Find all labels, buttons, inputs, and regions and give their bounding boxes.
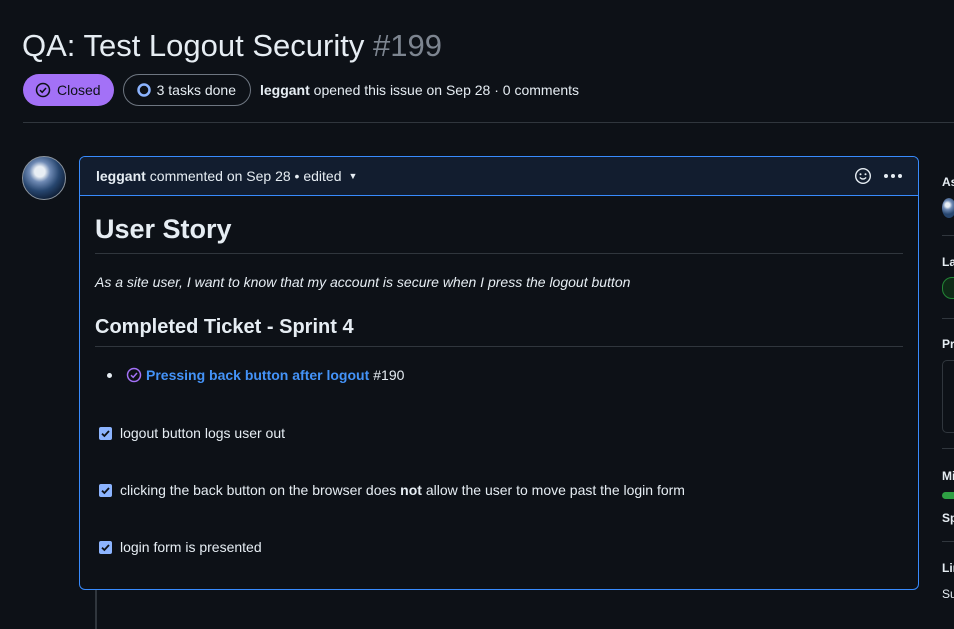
more-options-icon[interactable] bbox=[884, 174, 902, 178]
sidebar-projects-label: Pr bbox=[942, 337, 954, 351]
check-icon bbox=[101, 429, 110, 437]
author-link[interactable]: leggant bbox=[260, 82, 310, 98]
comment-box: leggant commented on Sep 28 • edited ▼ U… bbox=[79, 156, 919, 590]
comment-author[interactable]: leggant bbox=[96, 168, 146, 184]
ticket-link[interactable]: Pressing back button after logout bbox=[146, 367, 369, 383]
closed-issue-icon bbox=[126, 367, 142, 383]
opened-detail: opened this issue on Sep 28 · 0 comments bbox=[313, 82, 580, 98]
label-chip[interactable] bbox=[942, 277, 954, 299]
chevron-down-icon[interactable]: ▼ bbox=[348, 171, 357, 181]
smiley-icon[interactable] bbox=[854, 167, 872, 185]
sidebar-divider bbox=[942, 541, 954, 542]
list-item: Pressing back button after logout #190 bbox=[107, 367, 903, 383]
task-checkbox[interactable] bbox=[99, 483, 112, 497]
task-checkbox[interactable] bbox=[99, 426, 112, 440]
issue-title: QA: Test Logout Security #199 bbox=[22, 28, 442, 64]
progress-ring-icon bbox=[136, 83, 151, 97]
user-story-heading: User Story bbox=[95, 196, 903, 254]
task-item: login form is presented bbox=[99, 539, 262, 555]
sidebar-assignees-label: As bbox=[942, 175, 954, 189]
comment-meta: commented on Sep 28 • edited bbox=[149, 168, 342, 184]
sidebar-milestone-label: Mi bbox=[942, 469, 954, 483]
check-icon bbox=[101, 486, 110, 494]
sidebar-labels-label: La bbox=[942, 255, 954, 269]
project-card[interactable] bbox=[942, 360, 954, 433]
issue-sidebar: As La Pr Mi Sp Lin Su bbox=[942, 170, 954, 620]
milestone-name[interactable]: Sp bbox=[942, 511, 954, 525]
opened-text: leggant opened this issue on Sep 28 · 0 … bbox=[260, 82, 579, 98]
task-item: clicking the back button on the browser … bbox=[99, 482, 685, 498]
assignee-avatar[interactable] bbox=[942, 198, 954, 218]
milestone-progress-bar bbox=[942, 492, 954, 499]
completed-ticket-heading: Completed Ticket - Sprint 4 bbox=[95, 316, 903, 347]
issue-title-text: QA: Test Logout Security bbox=[22, 28, 365, 63]
avatar[interactable] bbox=[22, 156, 66, 200]
comment-body: User Story As a site user, I want to kno… bbox=[80, 196, 918, 383]
status-label: Closed bbox=[57, 82, 101, 98]
user-story-text: As a site user, I want to know that my a… bbox=[95, 274, 631, 290]
issue-meta: Closed 3 tasks done leggant opened this … bbox=[23, 74, 579, 106]
sidebar-divider bbox=[942, 318, 954, 319]
bullet bbox=[107, 372, 112, 378]
header-divider bbox=[23, 122, 954, 123]
sidebar-divider bbox=[942, 448, 954, 449]
task-label: logout button logs user out bbox=[120, 425, 286, 441]
task-item: logout button logs user out bbox=[99, 425, 285, 441]
timeline-line bbox=[95, 589, 97, 629]
task-label: login form is presented bbox=[120, 539, 262, 555]
task-checkbox[interactable] bbox=[99, 540, 112, 554]
ticket-list: Pressing back button after logout #190 bbox=[95, 367, 903, 383]
comment-header: leggant commented on Sep 28 • edited ▼ bbox=[80, 157, 918, 196]
sidebar-divider bbox=[942, 235, 954, 236]
linked-item-text[interactable]: Su bbox=[942, 587, 954, 601]
closed-check-icon bbox=[35, 82, 51, 98]
task-label: clicking the back button on the browser … bbox=[120, 482, 685, 498]
ticket-number: #190 bbox=[373, 367, 405, 383]
check-icon bbox=[101, 543, 110, 551]
issue-number: #199 bbox=[372, 28, 442, 63]
tasks-done-label: 3 tasks done bbox=[156, 82, 236, 98]
sidebar-linked-label: Lin bbox=[942, 561, 954, 575]
status-badge: Closed bbox=[23, 74, 114, 106]
tasks-done-badge[interactable]: 3 tasks done bbox=[122, 74, 251, 106]
